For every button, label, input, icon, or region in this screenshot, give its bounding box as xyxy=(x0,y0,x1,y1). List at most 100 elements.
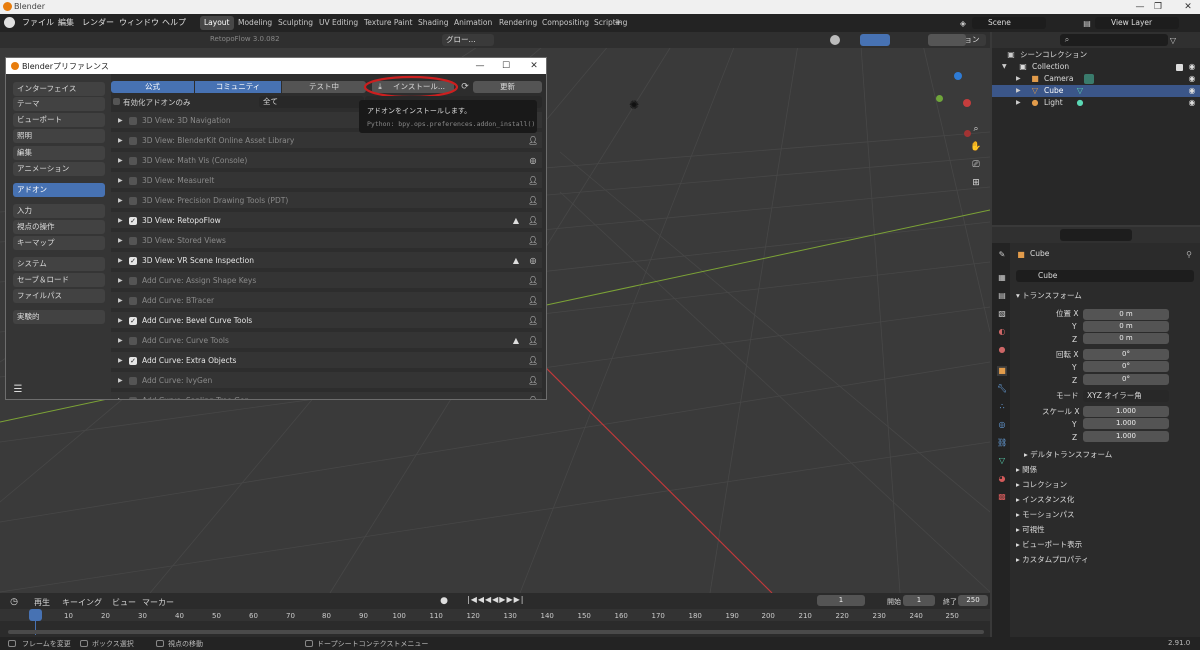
sidebar-item-animation[interactable]: アニメーション xyxy=(13,162,105,176)
addon-enable-checkbox[interactable] xyxy=(129,117,137,125)
expand-triangle-icon[interactable]: ▶ xyxy=(118,312,123,330)
transform-section-header[interactable]: ▾ トランスフォーム xyxy=(1016,290,1082,302)
playback-controls[interactable]: |◀◀◀◀▶▶▶| xyxy=(467,595,541,607)
tab-scripting[interactable]: Scripting xyxy=(590,16,631,30)
transform-orientation-dropdown[interactable]: グロー... xyxy=(442,34,494,46)
addon-enable-checkbox[interactable]: ✓ xyxy=(129,217,137,225)
overlays-toggle[interactable] xyxy=(860,34,890,46)
expand-triangle-icon[interactable]: ▶ xyxy=(118,392,123,399)
expand-triangle-icon[interactable]: ▼ xyxy=(1002,61,1007,73)
section-custom-properties[interactable]: ▸ カスタムプロパティ xyxy=(1016,554,1089,566)
expand-triangle-icon[interactable]: ▶ xyxy=(118,152,123,170)
visibility-icon[interactable] xyxy=(830,35,840,45)
expand-triangle-icon[interactable]: ▶ xyxy=(118,372,123,390)
category-filter-dropdown[interactable]: 全て xyxy=(259,96,364,108)
close-icon[interactable]: ✕ xyxy=(1182,1,1194,13)
enabled-only-checkbox[interactable] xyxy=(113,98,120,105)
addon-row[interactable]: ▶ ✓ Add Curve: Bevel Curve Tools 👤︎ xyxy=(111,312,542,330)
particles-tab-icon[interactable]: ∴ xyxy=(997,402,1007,412)
eye-icon[interactable]: ◉ xyxy=(1187,98,1197,108)
rotation-z-field[interactable]: 0° xyxy=(1083,374,1169,385)
sidebar-item-interface[interactable]: インターフェイス xyxy=(13,82,105,96)
pin-icon[interactable]: ⚲ xyxy=(1184,249,1194,259)
sidebar-item-navigation[interactable]: 視点の操作 xyxy=(13,220,105,234)
outliner-row-collection[interactable]: ▼ ▣ Collection ◉ xyxy=(992,61,1200,73)
addon-enable-checkbox[interactable] xyxy=(129,237,137,245)
start-frame-field[interactable]: 1 xyxy=(903,595,935,606)
maximize-icon[interactable]: ❐ xyxy=(1152,1,1164,13)
sidebar-item-addons[interactable]: アドオン xyxy=(13,183,105,197)
data-tab-icon[interactable]: ▽ xyxy=(997,456,1007,466)
refresh-button[interactable]: 更新 xyxy=(473,81,542,93)
expand-triangle-icon[interactable]: ▶ xyxy=(118,292,123,310)
scene-selector[interactable]: Scene xyxy=(972,17,1046,29)
section-visibility[interactable]: ▸ 可視性 xyxy=(1016,524,1045,536)
physics-tab-icon[interactable]: ◎ xyxy=(997,420,1007,430)
menu-edit[interactable]: 編集 xyxy=(58,17,74,28)
addon-enable-checkbox[interactable] xyxy=(129,277,137,285)
record-icon[interactable]: ● xyxy=(438,595,450,607)
sidebar-item-experimental[interactable]: 実験的 xyxy=(13,310,105,324)
expand-triangle-icon[interactable]: ▶ xyxy=(1016,97,1021,109)
tab-shading[interactable]: Shading xyxy=(414,16,452,30)
expand-triangle-icon[interactable]: ▶ xyxy=(118,212,123,230)
filter-icon[interactable]: ▽ xyxy=(1168,35,1178,45)
sidebar-item-system[interactable]: システム xyxy=(13,257,105,271)
gizmo-x-icon[interactable] xyxy=(963,99,971,107)
expand-triangle-icon[interactable]: ▶ xyxy=(1016,85,1021,97)
current-frame-field[interactable]: 1 xyxy=(817,595,865,606)
addon-enable-checkbox[interactable] xyxy=(129,397,137,399)
hamburger-menu-icon[interactable]: ☰ xyxy=(12,383,24,395)
addon-enable-checkbox[interactable]: ✓ xyxy=(129,317,137,325)
tab-layout[interactable]: Layout xyxy=(200,16,234,30)
tab-animation[interactable]: Animation xyxy=(450,16,496,30)
addon-enable-checkbox[interactable] xyxy=(129,197,137,205)
section-viewport-display[interactable]: ▸ ビューポート表示 xyxy=(1016,539,1082,551)
editor-type-icon[interactable]: ◷ xyxy=(8,596,20,608)
expand-triangle-icon[interactable]: ▶ xyxy=(118,192,123,210)
eye-icon[interactable]: ◉ xyxy=(1187,74,1197,84)
addon-row[interactable]: ▶ Add Curve: Sapling Tree Gen 👤︎ xyxy=(111,392,542,399)
tab-modeling[interactable]: Modeling xyxy=(234,16,276,30)
maximize-icon[interactable]: ☐ xyxy=(500,60,512,72)
outliner-row-light[interactable]: ▶ ● Light ● ◉ xyxy=(992,97,1200,109)
rotation-y-field[interactable]: 0° xyxy=(1083,361,1169,372)
render-tab-icon[interactable]: ▦ xyxy=(997,273,1007,283)
expand-triangle-icon[interactable]: ▶ xyxy=(118,112,123,130)
expand-triangle-icon[interactable]: ▶ xyxy=(118,272,123,290)
close-icon[interactable]: ✕ xyxy=(528,60,540,72)
sidebar-item-keymap[interactable]: キーマップ xyxy=(13,236,105,250)
addon-enable-checkbox[interactable] xyxy=(129,157,137,165)
scale-y-field[interactable]: 1.000 xyxy=(1083,418,1169,429)
collection-checkbox[interactable] xyxy=(1176,64,1183,71)
menu-render[interactable]: レンダー xyxy=(82,17,114,28)
refresh-icon[interactable]: ⟳ xyxy=(459,81,471,93)
tab-uv-editing[interactable]: UV Editing xyxy=(315,16,362,30)
expand-triangle-icon[interactable]: ▶ xyxy=(118,332,123,350)
expand-triangle-icon[interactable]: ▶ xyxy=(118,252,123,270)
blender-menu-icon[interactable] xyxy=(4,17,15,28)
sidebar-item-editing[interactable]: 編集 xyxy=(13,146,105,160)
rotation-mode-dropdown[interactable]: XYZ オイラー角 xyxy=(1083,390,1169,402)
outliner-row-camera[interactable]: ▶ ■ Camera ◉ xyxy=(992,73,1200,85)
addon-enable-checkbox[interactable] xyxy=(129,377,137,385)
playhead[interactable] xyxy=(29,609,42,621)
eye-icon[interactable]: ◉ xyxy=(1187,86,1197,96)
addon-row[interactable]: ▶ 3D View: Stored Views 👤︎ xyxy=(111,232,542,250)
addon-enable-checkbox[interactable] xyxy=(129,297,137,305)
addon-row[interactable]: ▶ 3D View: MeasureIt 👤︎ xyxy=(111,172,542,190)
section-relations[interactable]: ▸ 関係 xyxy=(1016,464,1037,476)
addon-row[interactable]: ▶ Add Curve: Curve Tools ▲ 👤︎ xyxy=(111,332,542,350)
menu-keying[interactable]: キーイング xyxy=(62,597,102,608)
pan-hand-icon[interactable]: ✋ xyxy=(969,140,983,154)
view-layer-selector[interactable]: View Layer xyxy=(1095,17,1179,29)
tab-community[interactable]: コミュニティ xyxy=(195,81,281,93)
texture-tab-icon[interactable]: ▩ xyxy=(997,492,1007,502)
addon-row[interactable]: ▶ Add Curve: Assign Shape Keys 👤︎ xyxy=(111,272,542,290)
tab-texture-paint[interactable]: Texture Paint xyxy=(360,16,416,30)
sidebar-item-themes[interactable]: テーマ xyxy=(13,97,105,111)
addon-row[interactable]: ▶ ✓ Add Curve: Extra Objects 👤︎ xyxy=(111,352,542,370)
tab-testing[interactable]: テスト中 xyxy=(282,81,366,93)
addon-row[interactable]: ▶ ✓ 3D View: VR Scene Inspection ▲ ◎ xyxy=(111,252,542,270)
tab-official[interactable]: 公式 xyxy=(111,81,194,93)
